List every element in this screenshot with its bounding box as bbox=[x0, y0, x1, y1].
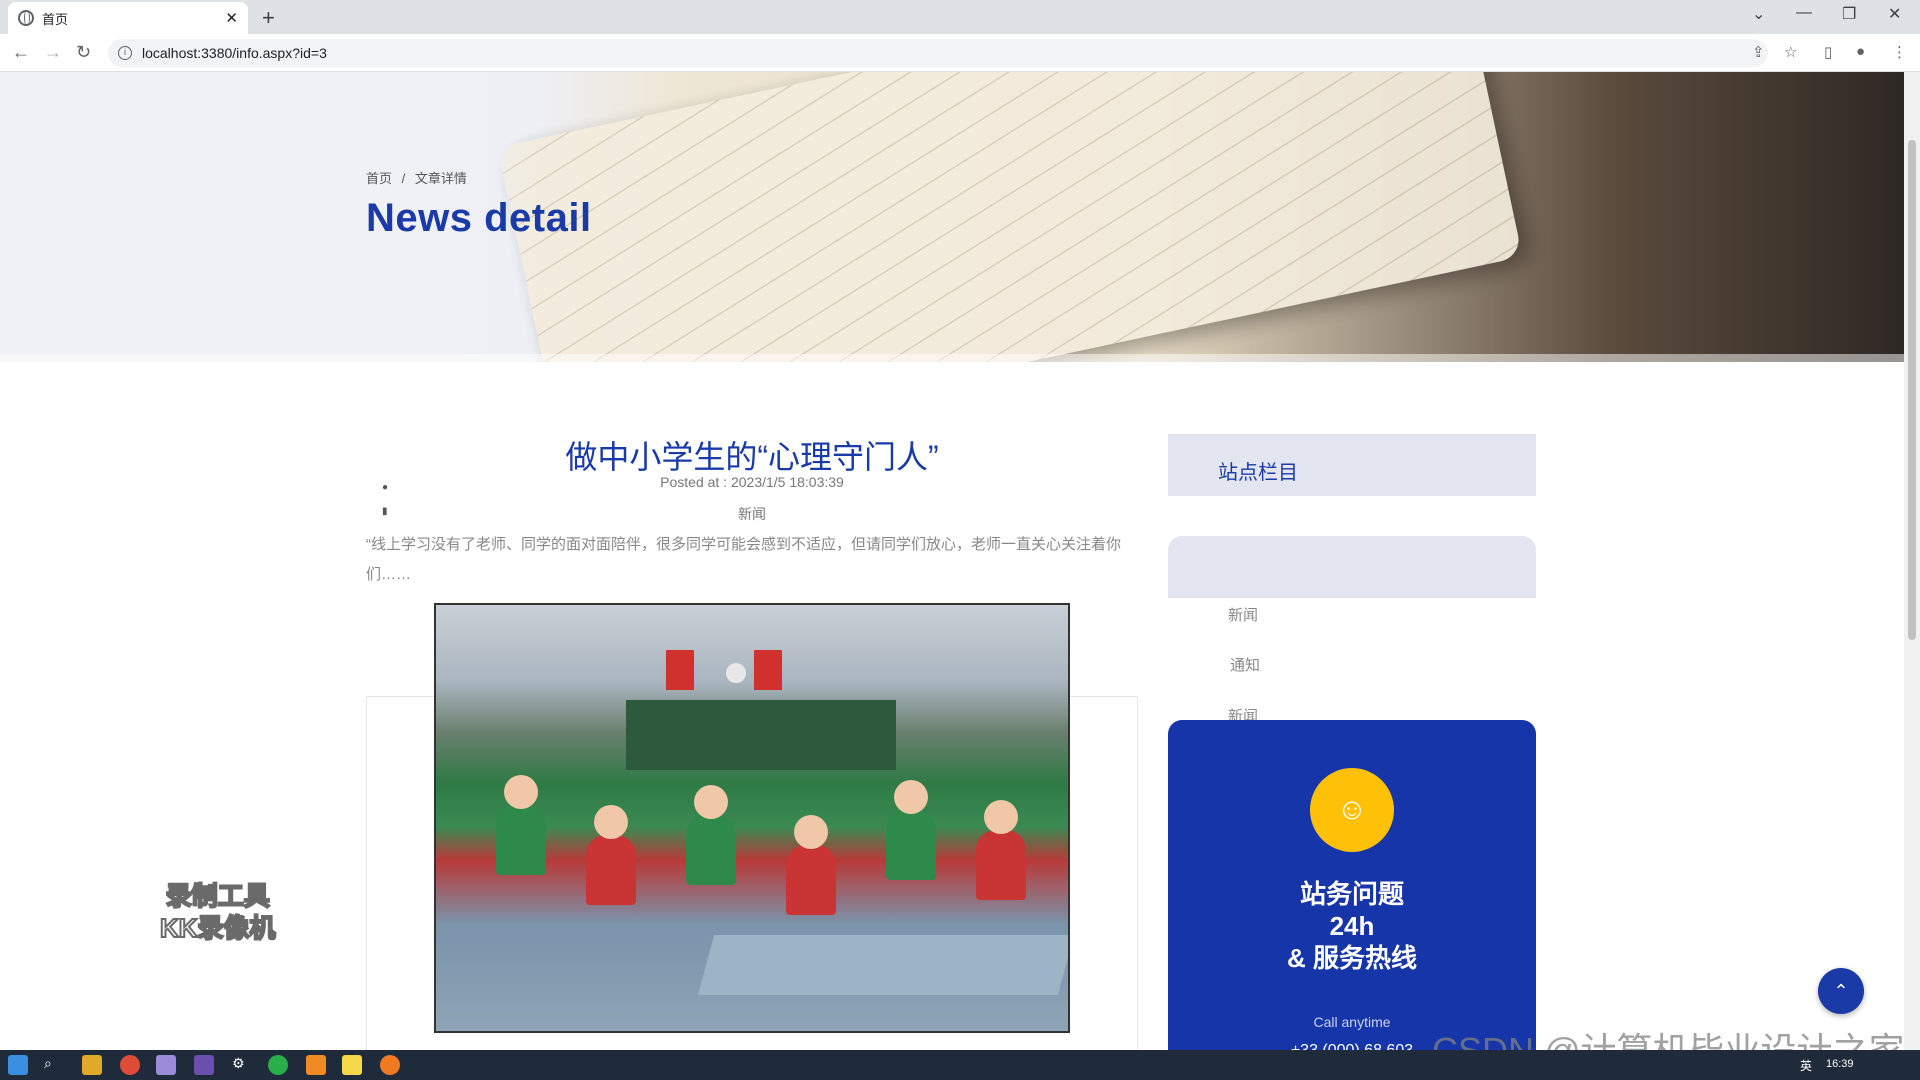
breadcrumb: 首页 / 文章详情 bbox=[366, 168, 473, 187]
recorder-watermark: 录制工具 KK录像机 bbox=[159, 880, 277, 944]
globe-icon bbox=[18, 10, 34, 26]
article-title: 做中小学生的“心理守门人” bbox=[565, 439, 939, 475]
page-content: 首页 / 文章详情 News detail 做中小学生的“心理守门人” ● Po… bbox=[0, 72, 1904, 1050]
chrome-icon[interactable] bbox=[120, 1055, 140, 1075]
wechat-icon[interactable] bbox=[268, 1055, 288, 1075]
support-icon: ☺ bbox=[1310, 768, 1394, 852]
settings-icon[interactable]: ⚙ bbox=[232, 1055, 252, 1075]
windows-taskbar: ⌕ ⚙ 英 16:39 bbox=[0, 1050, 1920, 1080]
notebook-image bbox=[497, 72, 1523, 362]
share-icon[interactable]: ⇪ bbox=[1752, 43, 1765, 61]
help-title: 站务问题 24h & 服务热线 bbox=[1286, 879, 1417, 973]
sidebar-item-news[interactable]: 新闻 bbox=[1228, 604, 1258, 625]
hero-banner bbox=[0, 72, 1904, 362]
breadcrumb-current: 文章详情 bbox=[414, 171, 467, 186]
close-window-button[interactable]: ✕ bbox=[1888, 4, 1901, 24]
sidebar-item-notice[interactable]: 通知 bbox=[1230, 654, 1260, 675]
scrollbar-thumb[interactable] bbox=[1908, 140, 1916, 640]
profile-icon[interactable]: ● bbox=[1856, 43, 1865, 60]
search-icon[interactable]: ⌕ bbox=[44, 1055, 64, 1075]
bookmark-star-icon[interactable]: ☆ bbox=[1784, 43, 1797, 61]
page-scrollbar[interactable] bbox=[1904, 72, 1920, 1050]
maximize-button[interactable]: ❐ bbox=[1842, 4, 1856, 24]
search-tool-icon[interactable] bbox=[306, 1055, 326, 1075]
menu-dots-icon[interactable]: ⋮ bbox=[1892, 43, 1907, 61]
sidebar-heading: 站点栏目 bbox=[1168, 434, 1536, 496]
back-to-top-button[interactable]: ⌃ bbox=[1818, 968, 1864, 1014]
tab-close-icon[interactable]: ✕ bbox=[225, 9, 238, 27]
browser-tab-bar: 首页 ✕ + ⌄ — ❐ ✕ bbox=[0, 0, 1920, 34]
reload-icon[interactable]: ↻ bbox=[76, 42, 91, 63]
recorder-icon[interactable] bbox=[380, 1055, 400, 1075]
url-text: localhost:3380/info.aspx?id=3 bbox=[142, 45, 327, 61]
start-icon[interactable] bbox=[8, 1055, 28, 1075]
clock[interactable]: 16:39 bbox=[1826, 1058, 1854, 1070]
back-arrow-icon[interactable]: ← bbox=[12, 42, 30, 63]
new-tab-button[interactable]: + bbox=[262, 5, 275, 31]
tab-title: 首页 bbox=[42, 11, 69, 27]
file-explorer-icon[interactable] bbox=[82, 1055, 102, 1075]
app-icon[interactable] bbox=[156, 1055, 176, 1075]
article-category: 新闻 bbox=[738, 506, 766, 522]
browser-tab[interactable]: 首页 ✕ bbox=[8, 2, 248, 34]
info-icon[interactable]: i bbox=[118, 46, 132, 60]
article-posted-date: Posted at : 2023/1/5 18:03:39 bbox=[660, 474, 844, 490]
tab-list-button[interactable]: ⌄ bbox=[1752, 4, 1765, 24]
url-input[interactable]: i localhost:3380/info.aspx?id=3 bbox=[108, 39, 1768, 67]
side-panel-icon[interactable]: ▯ bbox=[1824, 43, 1832, 61]
breadcrumb-separator: / bbox=[401, 171, 406, 186]
visual-studio-icon[interactable] bbox=[194, 1055, 214, 1075]
forward-arrow-icon[interactable]: → bbox=[44, 42, 62, 63]
article-image-classroom bbox=[434, 603, 1070, 1033]
language-indicator[interactable]: 英 bbox=[1800, 1057, 1812, 1074]
breadcrumb-home[interactable]: 首页 bbox=[366, 171, 392, 186]
page-title: News detail bbox=[366, 196, 592, 240]
article-body: “线上学习没有了老师、同学的面对面陪伴，很多同学可能会感到不适应，但请同学们放心… bbox=[366, 536, 1122, 583]
address-bar: ← → ↻ i localhost:3380/info.aspx?id=3 ⇪ … bbox=[0, 34, 1920, 72]
notes-icon[interactable] bbox=[342, 1055, 362, 1075]
help-hotline-card: ☺ 站务问题 24h & 服务热线 Call anytime +33 (000)… bbox=[1168, 720, 1536, 1050]
minimize-button[interactable]: — bbox=[1796, 4, 1812, 22]
